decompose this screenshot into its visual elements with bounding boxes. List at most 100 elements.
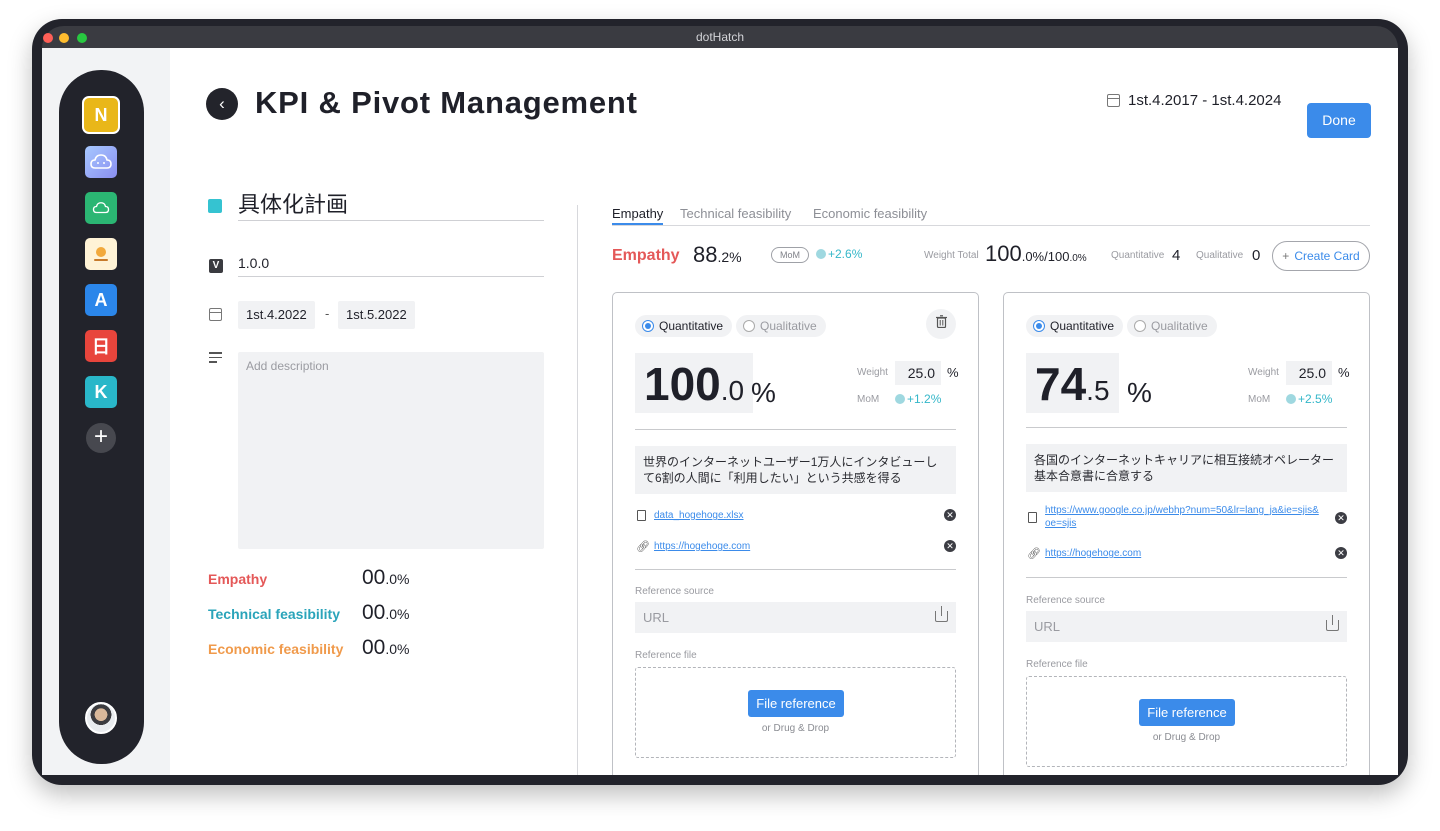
file-drop-zone[interactable]: File reference or Drug & Drop <box>635 667 956 758</box>
remove-attachment-button[interactable]: ✕ <box>1335 512 1347 524</box>
radio-icon <box>1134 320 1146 332</box>
file-reference-button[interactable]: File reference <box>1139 699 1235 726</box>
sidebar-app-k[interactable]: K <box>85 376 117 408</box>
mom-delta: +1.2% <box>895 392 941 406</box>
weight-unit: % <box>947 365 959 380</box>
attachment-link[interactable]: 🔗︎ https://hogehoge.com ✕ <box>635 540 956 553</box>
create-card-button[interactable]: + Create Card <box>1272 241 1370 271</box>
link-icon: 🔗︎ <box>1027 548 1041 560</box>
delete-card-button[interactable] <box>926 309 956 339</box>
type-radio-qualitative[interactable]: Qualitative <box>736 315 826 337</box>
plan-color-swatch[interactable] <box>208 199 222 213</box>
date-separator: - <box>325 306 330 321</box>
reference-url-input[interactable]: URL <box>635 602 956 633</box>
cloud-face-icon <box>90 154 112 169</box>
remove-link-button[interactable]: ✕ <box>944 540 956 552</box>
calendar-icon <box>209 308 222 321</box>
link-icon: 🔗︎ <box>636 541 650 553</box>
summary-value: 88.2% <box>693 242 742 267</box>
type-radio-quantitative[interactable]: Quantitative <box>635 315 733 337</box>
end-date-field[interactable]: 1st.5.2022 <box>338 301 415 329</box>
panel-divider <box>577 205 578 775</box>
sidebar-app-n[interactable]: N <box>82 96 120 134</box>
done-button[interactable]: Done <box>1307 103 1371 138</box>
plus-icon: + <box>93 423 108 450</box>
date-range[interactable]: 1st.4.2017 - 1st.4.2024 <box>1107 92 1281 109</box>
radio-icon <box>1033 320 1045 332</box>
weight-field[interactable]: 25.0 <box>1286 361 1332 385</box>
trash-icon <box>935 315 947 329</box>
description-field[interactable]: Add description <box>238 352 544 549</box>
qualitative-count: 0 <box>1252 247 1261 264</box>
metric-value-technical: 00.0% <box>362 601 410 624</box>
kpi-goal-field[interactable]: 各国のインターネットキャリアに相互接続オペレーター基本合意書に合意する <box>1026 444 1347 492</box>
calendar-icon <box>1107 94 1120 107</box>
kpi-card: Quantitative Qualitative 74.5 % Weight 2… <box>1003 292 1370 775</box>
weight-field[interactable]: 25.0 <box>895 361 941 385</box>
quantitative-count-label: Quantitative <box>1111 250 1165 261</box>
kpi-value-field[interactable]: 74.5 <box>1026 353 1119 413</box>
add-app-button[interactable]: + <box>86 423 116 453</box>
tab-economic-feasibility[interactable]: Economic feasibility <box>813 206 927 221</box>
back-button[interactable]: ‹ <box>206 88 238 120</box>
sidebar-app-cloud[interactable] <box>85 146 117 178</box>
chevron-left-icon: ‹ <box>219 94 225 113</box>
upload-icon[interactable] <box>1326 615 1339 631</box>
quantitative-count: 4 <box>1172 247 1181 264</box>
plus-icon: + <box>1282 249 1290 263</box>
summary-mom-delta: +2.6% <box>816 247 862 261</box>
plan-title-field[interactable]: 具体化計画 <box>238 187 544 221</box>
file-drop-zone[interactable]: File reference or Drug & Drop <box>1026 676 1347 767</box>
attachment-link[interactable]: 🔗︎ https://hogehoge.com ✕ <box>1026 547 1347 560</box>
mom-badge: MoM <box>771 247 809 263</box>
document-icon <box>1028 512 1037 523</box>
weight-label: Weight <box>1248 367 1279 378</box>
start-date-field[interactable]: 1st.4.2022 <box>238 301 315 329</box>
app-screen: N A 日 K + ‹ KPI & Pivot Management 1st.4… <box>42 48 1398 775</box>
metric-label-economic: Economic feasibility <box>208 641 344 657</box>
file-reference-button[interactable]: File reference <box>748 690 844 717</box>
upload-icon[interactable] <box>935 606 948 622</box>
attachment-file[interactable]: https://www.google.co.jp/webhp?num=50&lr… <box>1026 504 1347 530</box>
separator <box>1026 427 1347 428</box>
user-avatar[interactable] <box>85 702 117 734</box>
version-field[interactable]: 1.0.0 <box>238 255 544 277</box>
weight-total-label: Weight Total <box>924 250 979 261</box>
metric-label-technical: Technical feasibility <box>208 606 341 622</box>
app-sidebar: N A 日 K + <box>59 70 144 764</box>
sidebar-app-cloud-green[interactable] <box>85 192 117 224</box>
remove-link-button[interactable]: ✕ <box>1335 547 1347 559</box>
sidebar-app-meepo[interactable] <box>85 238 117 270</box>
kpi-value-field[interactable]: 100.0 <box>635 353 754 413</box>
reference-url-input[interactable]: URL <box>1026 611 1347 642</box>
description-icon <box>209 352 222 363</box>
remove-attachment-button[interactable]: ✕ <box>944 509 956 521</box>
date-range-text: 1st.4.2017 - 1st.4.2024 <box>1128 92 1282 109</box>
sidebar-app-a[interactable]: A <box>85 284 117 316</box>
kpi-unit: % <box>751 377 776 408</box>
tab-empathy[interactable]: Empathy <box>612 206 664 225</box>
separator <box>635 429 956 430</box>
qualitative-count-label: Qualitative <box>1196 250 1244 261</box>
radio-icon <box>743 320 755 332</box>
metric-value-empathy: 00.0% <box>362 566 410 589</box>
reference-source-label: Reference source <box>635 586 714 597</box>
type-radio-qualitative[interactable]: Qualitative <box>1127 315 1217 337</box>
kpi-card: Quantitative Qualitative 100.0 % Weight … <box>612 292 979 775</box>
sidebar-app-nichi[interactable]: 日 <box>85 330 117 362</box>
window-title: dotHatch <box>695 30 745 44</box>
attachment-file[interactable]: data_hogehoge.xlsx ✕ <box>635 509 956 522</box>
page-title: KPI & Pivot Management <box>255 85 638 120</box>
document-icon <box>637 510 646 521</box>
trend-icon <box>1286 394 1296 404</box>
version-icon: V <box>209 259 223 273</box>
kpi-goal-field[interactable]: 世界のインターネットユーザー1万人にインタビューして6割の人間に「利用したい」と… <box>635 446 956 494</box>
mom-delta: +2.5% <box>1286 392 1332 406</box>
reference-source-label: Reference source <box>1026 595 1105 606</box>
weight-total-value: 100.0%/100.0% <box>985 241 1087 266</box>
type-radio-quantitative[interactable]: Quantitative <box>1026 315 1124 337</box>
mom-label: MoM <box>1248 394 1271 405</box>
separator <box>1026 577 1347 578</box>
tab-technical-feasibility[interactable]: Technical feasibility <box>680 206 791 221</box>
cloud-icon <box>92 202 110 214</box>
